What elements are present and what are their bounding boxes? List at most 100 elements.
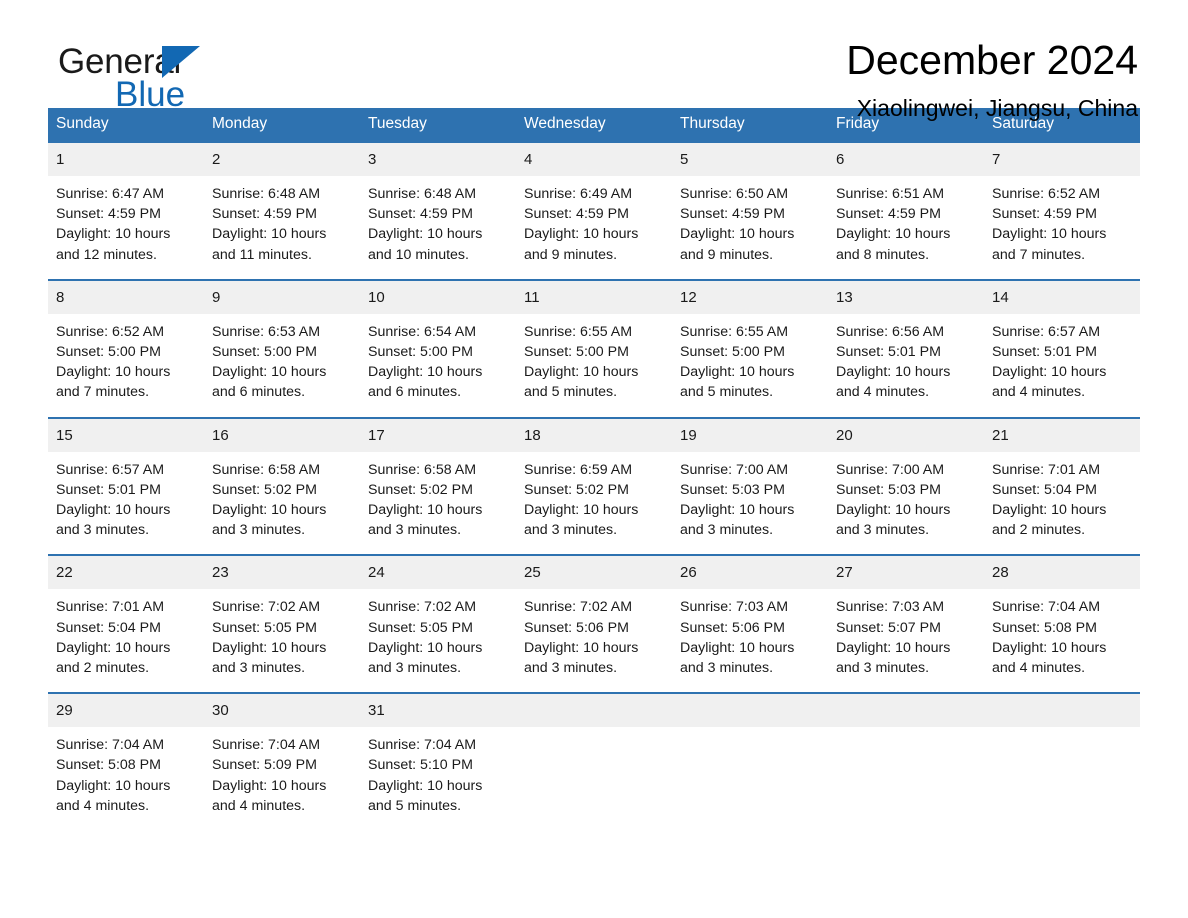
day-daylight-line1-text: Daylight: 10 hours <box>56 777 171 794</box>
calendar-day-cell[interactable]: 20 Sunrise: 7:00 AM Sunset: 5:03 PM Dayligh… <box>828 416 984 556</box>
day-details: Sunrise: 6:52 AM Sunset: 4:59 PM Daylight:… <box>984 176 1140 279</box>
calendar-day-cell[interactable]: 17 Sunrise: 6:58 AM Sunset: 5:02 PM Dayligh… <box>360 416 516 556</box>
day-daylight-line2-text: and 5 minutes. <box>680 384 774 401</box>
day-daylight-line1-text: Daylight: 10 hours <box>368 502 483 519</box>
day-sunset-text: Sunset: 5:00 PM <box>212 344 317 361</box>
day-daylight-line1-text: Daylight: 10 hours <box>212 502 327 519</box>
calendar-day-cell[interactable]: 27 Sunrise: 7:03 AM Sunset: 5:07 PM Dayligh… <box>828 554 984 694</box>
calendar-day-cell[interactable]: 10 Sunrise: 6:54 AM Sunset: 5:00 PM Dayligh… <box>360 278 516 418</box>
day-sunrise-text: Sunrise: 7:02 AM <box>524 599 633 616</box>
day-sunset-text: Sunset: 5:01 PM <box>992 344 1097 361</box>
day-sunset-text: Sunset: 5:01 PM <box>836 344 941 361</box>
calendar-day-cell[interactable]: 29 Sunrise: 7:04 AM Sunset: 5:08 PM Dayligh… <box>48 692 204 831</box>
day-daylight-line2-text: and 7 minutes. <box>56 384 150 401</box>
calendar-page: General Blue December 2024 Xiaolingwei, … <box>0 0 1188 918</box>
day-sunrise-text: Sunrise: 6:59 AM <box>524 461 633 478</box>
calendar-day-cell[interactable]: 3 Sunrise: 6:48 AM Sunset: 4:59 PM Daylight… <box>360 141 516 280</box>
day-number: 5 <box>672 143 828 176</box>
day-sunset-text: Sunset: 5:06 PM <box>680 619 785 636</box>
day-daylight-line2-text: and 8 minutes. <box>836 246 930 263</box>
day-sunset-text: Sunset: 5:02 PM <box>524 481 629 498</box>
day-details: Sunrise: 6:48 AM Sunset: 4:59 PM Daylight:… <box>360 176 516 279</box>
calendar-day-cell[interactable]: 12 Sunrise: 6:55 AM Sunset: 5:00 PM Dayligh… <box>672 278 828 418</box>
day-sunrise-text: Sunrise: 6:58 AM <box>212 461 321 478</box>
day-sunrise-text: Sunrise: 7:04 AM <box>368 737 477 754</box>
calendar-day-cell[interactable]: 9 Sunrise: 6:53 AM Sunset: 5:00 PM Daylight… <box>204 278 360 418</box>
day-sunset-text: Sunset: 5:06 PM <box>524 619 629 636</box>
day-sunset-text: Sunset: 5:02 PM <box>212 481 317 498</box>
calendar-day-cell[interactable]: 30 Sunrise: 7:04 AM Sunset: 5:09 PM Dayligh… <box>204 692 360 831</box>
calendar-day-cell[interactable]: 6 Sunrise: 6:51 AM Sunset: 4:59 PM Daylight… <box>828 141 984 280</box>
day-details: Sunrise: 6:54 AM Sunset: 5:00 PM Daylight:… <box>360 314 516 417</box>
calendar-day-cell[interactable]: 18 Sunrise: 6:59 AM Sunset: 5:02 PM Dayligh… <box>516 416 672 556</box>
day-number: 26 <box>672 556 828 590</box>
day-sunset-text: Sunset: 5:01 PM <box>56 481 161 498</box>
day-sunrise-text: Sunrise: 7:04 AM <box>992 599 1101 616</box>
day-daylight-line1-text: Daylight: 10 hours <box>524 226 639 243</box>
day-daylight-line2-text: and 3 minutes. <box>212 660 306 677</box>
day-number: 12 <box>672 280 828 314</box>
calendar-day-cell[interactable]: 8 Sunrise: 6:52 AM Sunset: 5:00 PM Daylight… <box>48 278 204 418</box>
day-sunrise-text: Sunrise: 7:02 AM <box>368 599 477 616</box>
day-number: 28 <box>984 556 1140 590</box>
day-details <box>516 727 672 813</box>
calendar-day-cell[interactable]: 4 Sunrise: 6:49 AM Sunset: 4:59 PM Daylight… <box>516 141 672 280</box>
day-daylight-line2-text: and 3 minutes. <box>56 522 150 539</box>
day-details: Sunrise: 7:00 AM Sunset: 5:03 PM Daylight:… <box>828 452 984 555</box>
day-sunrise-text: Sunrise: 7:01 AM <box>56 599 165 616</box>
day-details: Sunrise: 7:04 AM Sunset: 5:08 PM Daylight:… <box>48 727 204 830</box>
day-sunset-text: Sunset: 5:07 PM <box>836 619 941 636</box>
day-details: Sunrise: 6:48 AM Sunset: 4:59 PM Daylight:… <box>204 176 360 279</box>
calendar-day-cell[interactable]: 31 Sunrise: 7:04 AM Sunset: 5:10 PM Dayligh… <box>360 692 516 831</box>
day-details: Sunrise: 7:04 AM Sunset: 5:08 PM Daylight:… <box>984 589 1140 692</box>
calendar-day-cell[interactable]: 28 Sunrise: 7:04 AM Sunset: 5:08 PM Dayligh… <box>984 554 1140 694</box>
day-daylight-line2-text: and 6 minutes. <box>212 384 306 401</box>
day-daylight-line1-text: Daylight: 10 hours <box>836 639 951 656</box>
calendar-day-cell[interactable]: 16 Sunrise: 6:58 AM Sunset: 5:02 PM Dayligh… <box>204 416 360 556</box>
day-daylight-line1-text: Daylight: 10 hours <box>56 639 171 656</box>
calendar-day-cell[interactable]: 25 Sunrise: 7:02 AM Sunset: 5:06 PM Dayligh… <box>516 554 672 694</box>
day-daylight-line1-text: Daylight: 10 hours <box>368 777 483 794</box>
calendar-body: 1 Sunrise: 6:47 AM Sunset: 4:59 PM Daylight… <box>48 141 1140 831</box>
weekday-header-wednesday: Wednesday <box>516 108 672 142</box>
day-details: Sunrise: 6:50 AM Sunset: 4:59 PM Daylight:… <box>672 176 828 279</box>
day-details: Sunrise: 6:55 AM Sunset: 5:00 PM Daylight:… <box>672 314 828 417</box>
calendar-day-cell[interactable]: 22 Sunrise: 7:01 AM Sunset: 5:04 PM Dayligh… <box>48 554 204 694</box>
calendar-day-cell[interactable]: 26 Sunrise: 7:03 AM Sunset: 5:06 PM Dayligh… <box>672 554 828 694</box>
day-daylight-line2-text: and 4 minutes. <box>992 660 1086 677</box>
calendar-day-cell[interactable]: 5 Sunrise: 6:50 AM Sunset: 4:59 PM Daylight… <box>672 141 828 280</box>
day-sunrise-text: Sunrise: 7:00 AM <box>836 461 945 478</box>
calendar-day-cell[interactable]: 23 Sunrise: 7:02 AM Sunset: 5:05 PM Dayligh… <box>204 554 360 694</box>
calendar-day-cell[interactable]: 15 Sunrise: 6:57 AM Sunset: 5:01 PM Dayligh… <box>48 416 204 556</box>
day-sunset-text: Sunset: 5:00 PM <box>56 344 161 361</box>
calendar-day-cell[interactable]: 13 Sunrise: 6:56 AM Sunset: 5:01 PM Dayligh… <box>828 278 984 418</box>
calendar-day-cell[interactable]: 1 Sunrise: 6:47 AM Sunset: 4:59 PM Daylight… <box>48 141 204 280</box>
calendar-day-cell[interactable]: 24 Sunrise: 7:02 AM Sunset: 5:05 PM Dayligh… <box>360 554 516 694</box>
calendar-day-cell[interactable]: 19 Sunrise: 7:00 AM Sunset: 5:03 PM Dayligh… <box>672 416 828 556</box>
day-details: Sunrise: 6:56 AM Sunset: 5:01 PM Daylight:… <box>828 314 984 417</box>
day-sunrise-text: Sunrise: 7:02 AM <box>212 599 321 616</box>
day-number: 10 <box>360 280 516 314</box>
day-number: 29 <box>48 694 204 728</box>
calendar-day-cell[interactable]: 2 Sunrise: 6:48 AM Sunset: 4:59 PM Daylight… <box>204 141 360 280</box>
calendar-day-cell[interactable]: 11 Sunrise: 6:55 AM Sunset: 5:00 PM Dayligh… <box>516 278 672 418</box>
generalblue-logo[interactable]: General Blue <box>58 44 318 118</box>
day-sunset-text: Sunset: 5:00 PM <box>524 344 629 361</box>
calendar-day-cell[interactable]: 21 Sunrise: 7:01 AM Sunset: 5:04 PM Dayligh… <box>984 416 1140 556</box>
day-number: 18 <box>516 418 672 452</box>
day-details: Sunrise: 7:00 AM Sunset: 5:03 PM Daylight:… <box>672 452 828 555</box>
page-subtitle: Xiaolingwei, Jiangsu, China <box>856 94 1138 121</box>
day-daylight-line2-text: and 3 minutes. <box>524 660 618 677</box>
day-number: 22 <box>48 556 204 590</box>
day-daylight-line1-text: Daylight: 10 hours <box>212 639 327 656</box>
day-details: Sunrise: 7:02 AM Sunset: 5:05 PM Daylight:… <box>204 589 360 692</box>
day-details <box>984 727 1140 813</box>
day-sunset-text: Sunset: 4:59 PM <box>56 206 161 223</box>
day-details: Sunrise: 7:04 AM Sunset: 5:10 PM Daylight:… <box>360 727 516 830</box>
day-number: 15 <box>48 418 204 452</box>
day-sunset-text: Sunset: 5:00 PM <box>368 344 473 361</box>
calendar-day-cell[interactable]: 14 Sunrise: 6:57 AM Sunset: 5:01 PM Dayligh… <box>984 278 1140 418</box>
day-sunrise-text: Sunrise: 7:03 AM <box>680 599 789 616</box>
day-daylight-line2-text: and 10 minutes. <box>368 246 469 263</box>
calendar-day-cell[interactable]: 7 Sunrise: 6:52 AM Sunset: 4:59 PM Daylight… <box>984 141 1140 280</box>
